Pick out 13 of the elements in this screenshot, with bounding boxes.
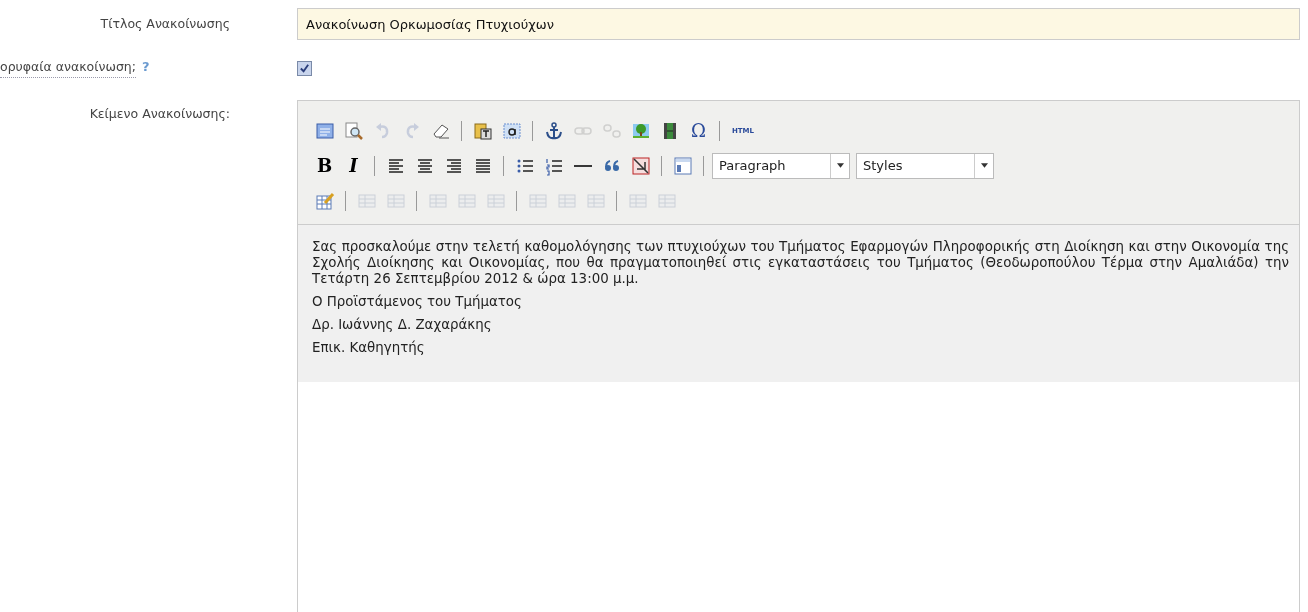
- field-label: ορυφαία ανακοίνωση;: [0, 59, 136, 78]
- toolbar-button[interactable]: Ω: [686, 118, 711, 143]
- field-label: Τίτλος Ανακοίνωσης: [100, 16, 230, 31]
- editor-paragraph: Ο Προϊστάμενος του Τμήματος: [312, 293, 523, 310]
- toolbar-button[interactable]: B: [312, 153, 337, 178]
- editor-paragraph: Σας προσκαλούμε στην τελετή καθομολόγησης των πτυχιούχων του Τμήματος Εφαρμογών Πληροφορικής στη Διοίκηση και στην Οικονομία της Σχολής Διοίκησης και Οικονομίας, που θα πραγματοποιηθεί στις εγκαταστάσεις του Τμήματος (Θεοδωροπούλου Τέρμα στην Αμαλιάδα) την Τετάρτη 26 Σεπτεμβρίου 2012 & ώρα 13:00 μ.μ.: [312, 239, 1289, 287]
- title-input-field[interactable]: Ανακοίνωση Ορκωμοσίας Πτυχιούχων: [297, 8, 1300, 40]
- format-select[interactable]: Styles: [856, 152, 994, 179]
- editor-paragraph: Δρ. Ιωάννης Δ. Ζαχαράκης: [312, 316, 493, 333]
- editor-paragraph: Επικ. Καθηγητής: [312, 339, 426, 356]
- field-label: Κείμενο Ανακοίνωσης:: [89, 106, 230, 121]
- format-select[interactable]: Paragraph: [712, 152, 850, 179]
- toolbar-button[interactable]: I: [341, 153, 366, 178]
